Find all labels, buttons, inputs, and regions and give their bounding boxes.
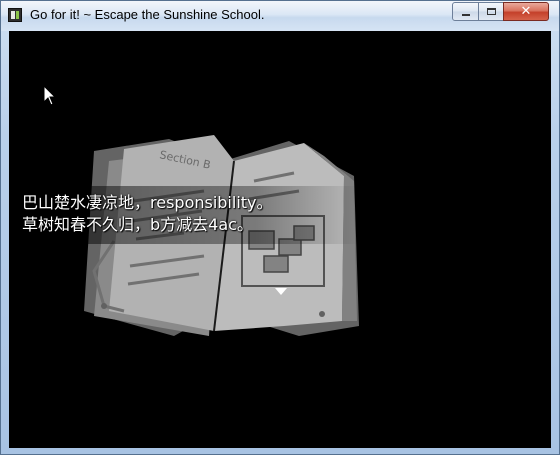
app-icon[interactable] [8,8,22,22]
close-icon: ✕ [520,4,532,19]
book-illustration: Section B [84,135,359,336]
minimize-button[interactable] [452,2,479,21]
continue-arrow-icon[interactable] [275,288,287,295]
mouse-cursor-icon [43,85,57,106]
dialogue-line-2: 草树知春不久归，b方减去4ac。 [22,215,253,234]
maximize-button[interactable] [478,2,504,21]
dialogue-text: 巴山楚水凄凉地，responsibility。 草树知春不久归，b方减去4ac。 [22,192,362,236]
game-screen[interactable]: Section B 巴山楚水凄凉地，responsibility。 草树知春不久… [9,31,551,448]
maximize-icon [487,8,496,15]
dialogue-line-1: 巴山楚水凄凉地，responsibility。 [22,193,273,212]
window-title: Go for it! ~ Escape the Sunshine School. [30,7,265,22]
close-button[interactable]: ✕ [503,2,549,21]
minimize-icon [462,14,470,16]
title-bar[interactable]: Go for it! ~ Escape the Sunshine School.… [1,1,559,31]
game-window: Go for it! ~ Escape the Sunshine School.… [0,0,560,455]
